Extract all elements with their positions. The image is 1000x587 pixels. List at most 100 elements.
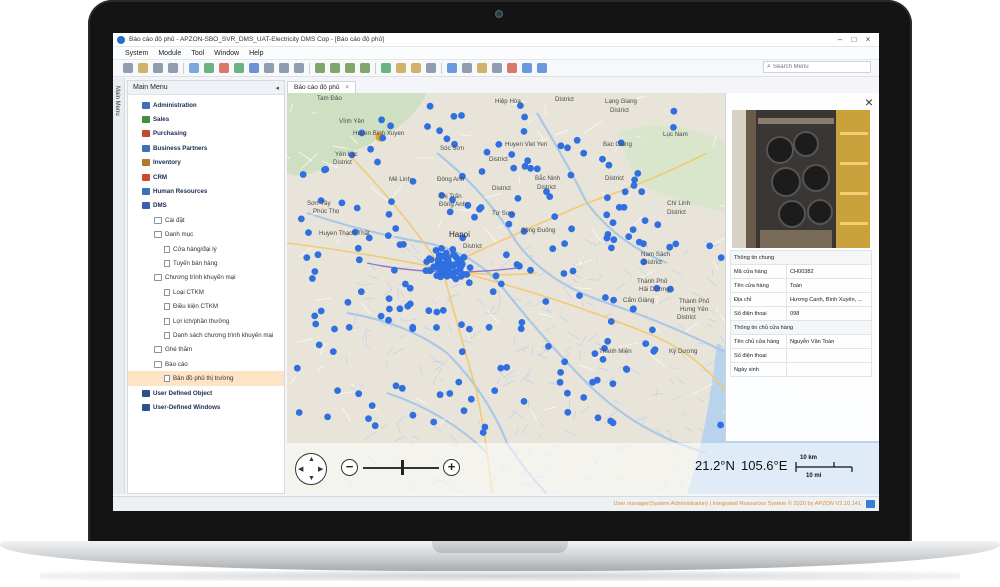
sidebar-item[interactable]: Bản đồ phủ thị trường [128,371,284,386]
paste-icon[interactable] [294,63,304,73]
store-photo [732,110,870,248]
sidebar-item[interactable]: Chương trình khuyến mại [128,271,284,285]
sidebar-item[interactable]: Lợi ích/phần thưởng [128,314,284,328]
map-place-label: Bắc Ninh [535,175,561,182]
lock-icon[interactable] [396,63,406,73]
collapse-icon[interactable]: ◂ [275,84,279,92]
map-place-label: District [555,96,574,103]
sidebar-item-label: CRM [153,173,168,181]
menu-module[interactable]: Module [158,50,181,57]
workspace: Main Menu Main Menu ◂ Administration Sale… [113,78,879,494]
new-icon[interactable] [123,63,133,73]
close-panel-icon[interactable]: × [865,95,873,109]
sidebar-item[interactable]: Administration [128,98,284,112]
filter-icon[interactable] [447,63,457,73]
sidebar-item[interactable]: Điều kiện CTKM [128,299,284,313]
sidebar-item[interactable]: DMS [128,199,284,213]
tab-coverage-report[interactable]: Báo cáo độ phủ × [287,81,357,93]
pan-control[interactable]: ▲ ▼ ◀ ▶ [295,453,327,485]
pan-up-icon[interactable]: ▲ [308,456,315,463]
main-menu-header: Main Menu ◂ [128,81,284,95]
map-place-label: Huyen Thạch Thất [319,230,370,237]
menu-system[interactable]: System [125,50,148,57]
sidebar-item-label: Cửa hàng/đại lý [173,245,217,253]
sidebar-item-label: Chương trình khuyến mại [165,274,236,282]
sidebar-item[interactable]: Purchasing [128,127,284,141]
chart-icon[interactable] [507,63,517,73]
doc-icon[interactable] [411,63,421,73]
sidebar-item[interactable]: Danh mục [128,228,284,242]
sidebar-item[interactable]: Cửa hàng/đại lý [128,242,284,256]
map-place-label: Sóc Sơn [440,145,465,152]
map-place-label: Hiệp Hòa [495,98,521,105]
chat-icon[interactable] [866,500,875,508]
sidebar-item[interactable]: User Defined Object [128,386,284,400]
group-icon[interactable] [477,63,487,73]
table-row: Số điện thoại 098 [730,306,872,321]
udo-icon [142,389,150,397]
sidebar-item[interactable]: Human Resources [128,184,284,198]
minimize-button[interactable]: – [833,35,847,44]
sidebar-item[interactable]: Loại CTKM [128,285,284,299]
sidebar-item[interactable]: Inventory [128,156,284,170]
document-icon [164,331,170,339]
excel-icon[interactable] [234,63,244,73]
zoom-in-button[interactable]: + [443,459,460,476]
tab-close-icon[interactable]: × [346,85,350,91]
sidebar-item[interactable]: User-Defined Windows [128,400,284,414]
pan-left-icon[interactable]: ◀ [298,466,303,473]
sidebar-item[interactable]: Business Partners [128,141,284,155]
pan-down-icon[interactable]: ▼ [308,475,315,482]
find-icon[interactable] [264,63,274,73]
search-menu-input[interactable] [772,64,863,70]
zoom-slider-thumb[interactable] [401,460,405,475]
document-icon [164,375,170,383]
main-menu-strip[interactable]: Main Menu [113,78,125,494]
close-window-button[interactable]: × [861,35,875,44]
sidebar-item[interactable]: Báo cáo [128,357,284,371]
settings-icon[interactable] [426,63,436,73]
sidebar-item[interactable]: CRM [128,170,284,184]
sidebar-item[interactable]: Danh sách chương trình khuyến mại [128,328,284,342]
first-icon[interactable] [315,63,325,73]
menu-window[interactable]: Window [214,50,239,57]
next-icon[interactable] [345,63,355,73]
menu-tree: Administration Sales Purchasing Business Pa… [128,95,284,415]
email-icon[interactable] [189,63,199,73]
sidebar-item[interactable]: Ghé thăm [128,343,284,357]
scale-km-label: 10 km [800,455,818,461]
word-icon[interactable] [249,63,259,73]
refresh-icon[interactable] [381,63,391,73]
map-place-label: Hưng Yên [680,306,709,313]
coverage-map[interactable]: Tam Đảo Hiệp Hòa District Lạng Giang Distric… [287,93,879,494]
open-icon[interactable] [138,63,148,73]
map-place-label: District [333,159,352,166]
calendar-icon[interactable] [522,63,532,73]
print-icon[interactable] [153,63,163,73]
export-icon[interactable] [204,63,214,73]
udw-icon [142,403,150,411]
user-icon[interactable] [492,63,502,73]
menu-tool[interactable]: Tool [191,50,204,57]
maximize-button[interactable]: □ [847,35,861,44]
pdf-icon[interactable] [219,63,229,73]
copy-icon[interactable] [279,63,289,73]
sidebar-item[interactable]: Tuyến bán hàng [128,256,284,270]
search-box: ⌕ [763,61,871,73]
crm-icon [142,173,150,181]
last-icon[interactable] [360,63,370,73]
prev-icon[interactable] [330,63,340,73]
zoom-out-button[interactable]: − [341,459,358,476]
sidebar-item-label: Sales [153,116,170,124]
section-owner-info: Thông tin chủ cửa hàng [730,320,872,335]
preview-icon[interactable] [168,63,178,73]
map-place-label: District [537,184,556,191]
mail-icon[interactable] [537,63,547,73]
latitude-readout: 21.2°N [695,458,735,473]
sort-icon[interactable] [462,63,472,73]
sidebar-item[interactable]: Cài đặt [128,213,284,227]
menu-help[interactable]: Help [249,50,263,57]
sidebar-item-label: Purchasing [153,130,187,138]
pan-right-icon[interactable]: ▶ [318,466,323,473]
sidebar-item[interactable]: Sales [128,112,284,126]
